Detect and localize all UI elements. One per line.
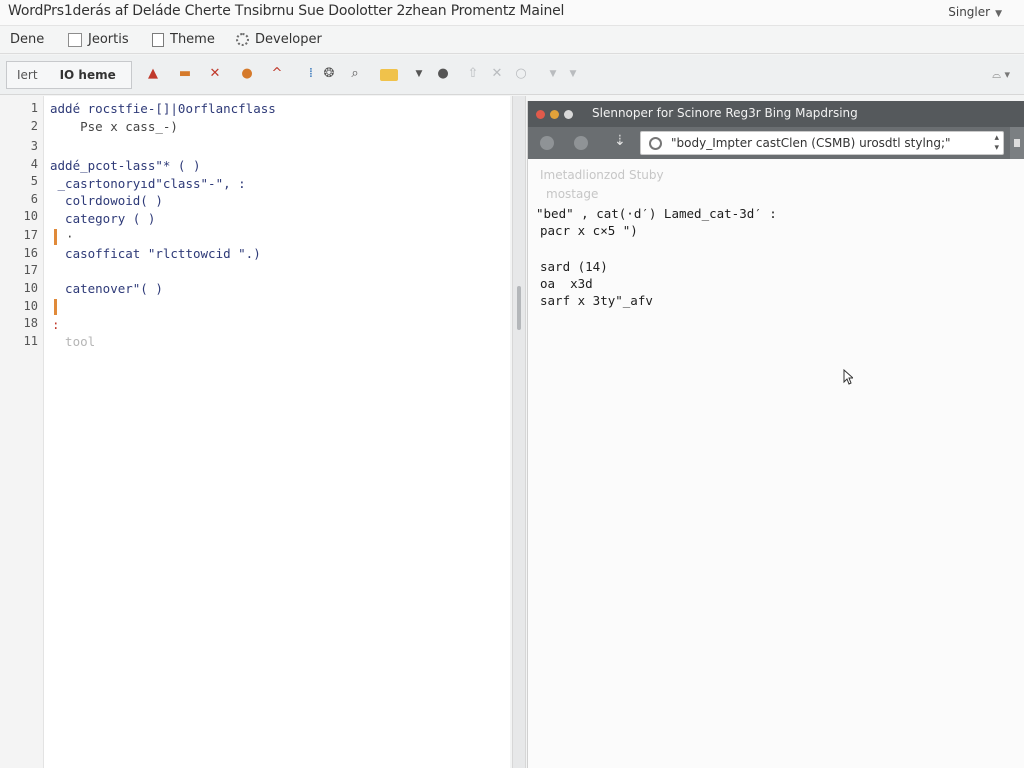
preview-pane: Slennoper for Scinore Reg3r Bing Mapdrsi… (527, 101, 1024, 768)
view-option-home[interactable]: IO heme (60, 68, 116, 82)
view-option-text[interactable]: Iert (17, 68, 38, 82)
line-gutter: 1 2 3 4 5 6 10 17 16 17 10 10 18 11 (0, 96, 44, 768)
menu-reports[interactable]: Jeortis (68, 32, 129, 47)
circle-icon[interactable]: ○ (514, 67, 528, 81)
menu-label: Developer (255, 32, 322, 47)
caret-marker (54, 229, 57, 245)
line-number: 10 (23, 209, 38, 223)
preview-title: Slennoper for Scinore Reg3r Bing Mapdrsi… (592, 106, 858, 120)
pen-icon[interactable]: ▲ (146, 67, 160, 81)
preview-hint: mostage (546, 187, 599, 201)
line-number: 10 (23, 299, 38, 313)
code-line: addé_pcot-lass"* ( ) (50, 158, 201, 173)
url-text[interactable]: "body_Impter castClen (CSMB) urosdtl sty… (671, 136, 951, 150)
url-stepper-icon[interactable]: ▴ ▾ (994, 133, 999, 153)
ink-icon[interactable]: ▬ (178, 67, 192, 81)
line-number: 5 (30, 174, 38, 188)
up-icon[interactable]: ⇧ (466, 67, 480, 81)
line-number: 11 (23, 334, 38, 348)
line-number: 18 (23, 316, 38, 330)
splitter-grip[interactable] (517, 286, 521, 330)
output-line: oa x3d (540, 276, 593, 291)
title-bar: WordPrs1derás af Deláde Cherte Tnsibrnu … (0, 0, 1024, 26)
cut-icon[interactable]: ✕ (208, 67, 222, 81)
line-number: 3 (30, 139, 38, 153)
line-number: 16 (23, 246, 38, 260)
code-line: category ( ) (50, 211, 156, 226)
view-icon[interactable]: ⌓ ▾ (992, 68, 1010, 82)
shape-icon[interactable]: ● (240, 67, 254, 81)
preview-navbar: ⇣ "body_Impter castClen (CSMB) urosdtl s… (528, 127, 1024, 159)
folder-icon[interactable] (380, 69, 398, 81)
output-line: pacr x c×5 ") (540, 223, 638, 238)
menu-theme[interactable]: Theme (152, 32, 215, 47)
pin-icon[interactable]: ⁞ (304, 67, 318, 81)
close-icon[interactable]: ✕ (490, 67, 504, 81)
chevron-down-icon: ▼ (995, 9, 1002, 19)
back-icon[interactable] (540, 136, 554, 150)
menu-label: Jeortis (88, 32, 129, 47)
minimize-dot-icon[interactable] (550, 110, 559, 119)
url-bar[interactable]: "body_Impter castClen (CSMB) urosdtl sty… (640, 131, 1004, 155)
code-line: Pse x cass_-) (50, 119, 178, 134)
code-line: colrdowoid( ) (50, 193, 163, 208)
forward-icon[interactable] (574, 136, 588, 150)
code-line: tool (50, 334, 96, 349)
code-line: addé rocstfie-[]|0orflancflass (50, 101, 276, 116)
line-number: 2 (30, 119, 38, 133)
reload-icon[interactable]: ⇣ (614, 133, 626, 149)
line-number: 4 (30, 157, 38, 171)
line-number: 10 (23, 281, 38, 295)
dropdown-icon[interactable]: ▼ (566, 67, 580, 81)
menu-bar: Dene Jeortis Theme Developer (0, 26, 1024, 54)
close-dot-icon[interactable] (536, 110, 545, 119)
code-mark: · (66, 229, 74, 244)
view-switcher[interactable]: Iert IO heme (6, 61, 132, 89)
output-line: sard (14) (540, 259, 608, 274)
gear-icon (236, 33, 249, 46)
preview-hint: Imetadlionzod Stuby (540, 168, 664, 182)
code-line: catenover"( ) (50, 281, 163, 296)
scrollbar-thumb[interactable] (1014, 139, 1020, 147)
window-title: WordPrs1derás af Deláde Cherte Tnsibrnu … (8, 3, 565, 19)
menu-developer[interactable]: Developer (236, 32, 322, 47)
account-menu[interactable]: Singler ▼ (948, 5, 1002, 19)
code-mark: : (52, 317, 60, 332)
menu-dene[interactable]: Dene (10, 32, 44, 47)
code-editor[interactable]: 1 2 3 4 5 6 10 17 16 17 10 10 18 11 addé… (0, 96, 510, 768)
dropdown-icon[interactable]: ▼ (412, 67, 426, 81)
document-icon (152, 32, 164, 47)
code-line: casofficat "rlcttowcid ".) (50, 246, 261, 261)
line-number: 17 (23, 263, 38, 277)
menu-label: Dene (10, 32, 45, 47)
caret-icon[interactable]: ^ (270, 67, 284, 81)
bug-icon[interactable]: ● (436, 67, 450, 81)
scrollbar[interactable] (1010, 127, 1024, 159)
toolbar: Iert IO heme ▲ ▬ ✕ ● ^ ⁞ ❂ ⌕ ▼ ● ⇧ ✕ ○ ▼… (0, 55, 1024, 95)
line-number: 17 (23, 228, 38, 242)
search-icon[interactable]: ⌕ (348, 67, 362, 81)
menu-label: Theme (170, 32, 215, 47)
mouse-cursor-icon (843, 369, 853, 385)
gear-icon[interactable]: ❂ (322, 67, 336, 81)
code-line: _casrtonoryıd"class"-", : (50, 176, 246, 191)
line-number: 1 (30, 101, 38, 115)
preview-titlebar: Slennoper for Scinore Reg3r Bing Mapdrsi… (528, 101, 1024, 127)
line-number: 6 (30, 192, 38, 206)
window-icon (68, 32, 82, 47)
caret-marker (54, 299, 57, 315)
dropdown-icon[interactable]: ▼ (546, 67, 560, 81)
account-label: Singler (948, 5, 991, 19)
output-line: "bed" , cat(·d′) Lamed_cat-3d′ : (536, 206, 777, 221)
output-line: sarf x 3ty"_afv (540, 293, 653, 308)
maximize-dot-icon[interactable] (564, 110, 573, 119)
pane-splitter[interactable] (512, 96, 526, 768)
globe-icon (649, 137, 662, 150)
